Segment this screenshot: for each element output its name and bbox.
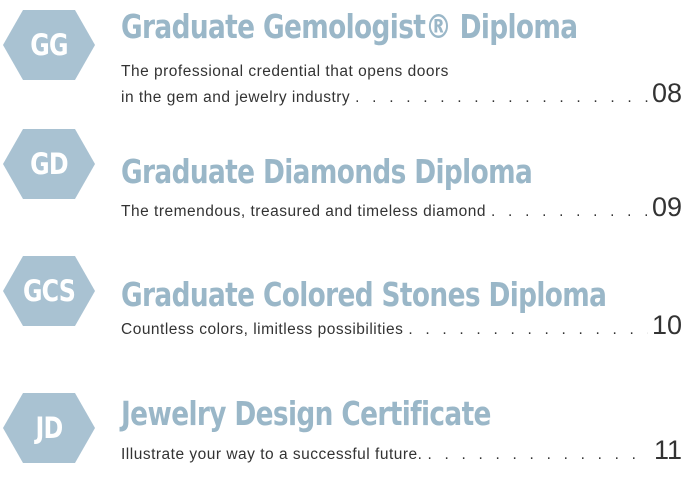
course-title: Jewelry Design Certificate bbox=[121, 394, 491, 433]
hexagon-badge-gg: GG bbox=[3, 10, 95, 80]
dot-leader bbox=[491, 204, 648, 220]
course-description-leader: in the gem and jewelry industry 08 bbox=[121, 78, 682, 108]
page-number: 08 bbox=[651, 78, 682, 108]
course-description-line: Illustrate your way to a successful futu… bbox=[121, 445, 423, 463]
course-code: GD bbox=[30, 147, 68, 181]
dot-leader bbox=[427, 447, 649, 463]
course-description-line: The professional credential that opens d… bbox=[121, 63, 449, 80]
course-title: Graduate Gemologist® Diploma bbox=[121, 7, 578, 46]
dot-leader bbox=[408, 322, 648, 338]
course-description-line: Countless colors, limitless possibilitie… bbox=[121, 320, 404, 338]
page-number: 11 bbox=[653, 435, 682, 465]
course-description-leader: Illustrate your way to a successful futu… bbox=[121, 435, 682, 465]
course-description-leader: The tremendous, treasured and timeless d… bbox=[121, 192, 682, 222]
course-description-line: The tremendous, treasured and timeless d… bbox=[121, 202, 487, 220]
dot-leader bbox=[355, 90, 648, 106]
course-title: Graduate Diamonds Diploma bbox=[121, 152, 533, 191]
course-description-leader: Countless colors, limitless possibilitie… bbox=[121, 310, 682, 340]
course-code: JD bbox=[35, 411, 64, 445]
course-code: GG bbox=[30, 28, 68, 62]
page-number: 10 bbox=[651, 310, 682, 340]
hexagon-badge-jd: JD bbox=[3, 393, 95, 463]
course-description-line: in the gem and jewelry industry bbox=[121, 88, 351, 106]
course-code: GCS bbox=[22, 274, 76, 308]
course-title: Graduate Colored Stones Diploma bbox=[121, 275, 607, 314]
page-number: 09 bbox=[651, 192, 682, 222]
hexagon-badge-gd: GD bbox=[3, 129, 95, 199]
hexagon-badge-gcs: GCS bbox=[3, 256, 95, 326]
